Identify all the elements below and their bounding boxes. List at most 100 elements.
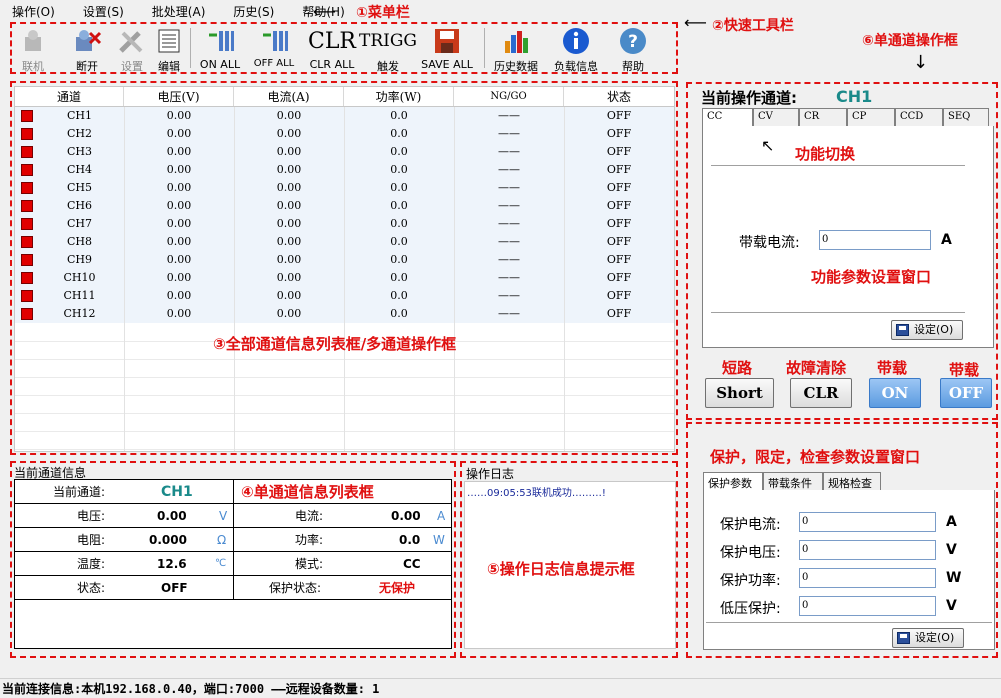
connect-button[interactable]: 联机 (16, 26, 50, 74)
channel-name: CH6 (66, 199, 92, 212)
load-off-button[interactable]: OFF (940, 378, 992, 408)
cell-power: 0.0 (390, 163, 408, 176)
cell-channel: CH2 (15, 125, 124, 143)
protect-field-input[interactable]: 0 (799, 540, 936, 560)
tools-icon (116, 26, 148, 56)
status-bar: 当前连接信息:本机192.168.0.40，端口:7000 ——远程设备数量: … (0, 678, 1001, 698)
tab-cc[interactable]: CC (702, 108, 753, 126)
menu-bar: 操作(O) 设置(S) 批处理(A) 历史(S) 帮助(H) (0, 0, 1001, 22)
channel-name: CH4 (66, 163, 92, 176)
load-on-button[interactable]: ON (869, 378, 921, 408)
tab-protect-params[interactable]: 保护参数 (703, 472, 763, 490)
cell-current: 0.00 (276, 163, 302, 176)
short-button[interactable]: Short (705, 378, 774, 408)
channel-name: CH10 (63, 271, 96, 284)
set-button[interactable]: 设定(O) (891, 320, 963, 340)
function-tabs: CC CV CR CP CCD SEQ (702, 108, 989, 126)
menu-settings[interactable]: 设置(S) (77, 3, 130, 20)
arrow-left-icon: ⟵ (684, 13, 707, 32)
cell-ng-go: —— (498, 163, 520, 176)
help-button[interactable]: ? 帮助 (616, 26, 650, 74)
menu-batch[interactable]: 批处理(A) (146, 3, 212, 20)
panel-divider (711, 165, 965, 166)
history-data-button[interactable]: 历史数据 (490, 26, 542, 74)
cell-voltage: 0.00 (166, 217, 192, 230)
channel-status-indicator (21, 146, 33, 158)
menu-operate[interactable]: 操作(O) (6, 3, 61, 20)
cell-voltage: 0.00 (166, 253, 192, 266)
cell-ng-go: —— (498, 127, 520, 140)
load-info-button[interactable]: 负载信息 (550, 26, 602, 74)
plug-on-icon (196, 26, 244, 56)
protect-tabs: 保护参数 带载条件 规格检查 (703, 472, 881, 490)
info-protect-state: 无保护 (379, 581, 416, 595)
cell-voltage: 0.00 (166, 307, 192, 320)
load-current-input[interactable]: 0 (819, 230, 931, 250)
column-divider (344, 107, 345, 451)
clear-fault-button[interactable]: CLR (790, 378, 852, 408)
col-power[interactable]: 功率(W) (344, 87, 454, 106)
protect-field-label: 保护功率: (720, 573, 781, 589)
settings-button[interactable]: 设置 (116, 26, 148, 74)
off-all-button[interactable]: OFF ALL (250, 26, 298, 69)
cell-state: OFF (606, 217, 632, 230)
tab-cv[interactable]: CV (753, 108, 799, 126)
log-annotation: ⑤操作日志信息提示框 (487, 560, 635, 578)
col-ng-go[interactable]: NG/GO (454, 87, 564, 106)
channel-table[interactable]: 通道 电压(V) 电流(A) 功率(W) NG/GO 状态 CH1 0.00 0.0… (14, 86, 675, 452)
disconnect-button[interactable]: 断开 (70, 26, 104, 74)
channel-name: CH7 (66, 217, 92, 230)
channel-name: CH8 (66, 235, 92, 248)
cell-voltage: 0.00 (166, 163, 192, 176)
col-state[interactable]: 状态 (564, 87, 674, 106)
tab-spec-check[interactable]: 规格检查 (823, 472, 881, 490)
floppy-icon (897, 632, 910, 644)
cell-ng-go: —— (498, 271, 520, 284)
col-current[interactable]: 电流(A) (234, 87, 344, 106)
trigger-button[interactable]: TRIGG 触发 (359, 26, 417, 74)
cell-current: 0.00 (276, 127, 302, 140)
cell-channel: CH1 (15, 107, 124, 125)
protect-set-button[interactable]: 设定(O) (892, 628, 964, 648)
save-all-button[interactable]: SAVE ALL (418, 26, 476, 71)
log-box[interactable]: ……09:05:53联机成功………! ⑤操作日志信息提示框 (464, 481, 676, 649)
app-window: 操作(O) 设置(S) 批处理(A) 历史(S) 帮助(H) ⟵ ①菜单栏 ⟵ … (0, 0, 1001, 698)
log-entry: ……09:05:53联机成功………! (467, 488, 606, 499)
cell-ng-go: —— (498, 307, 520, 320)
protect-field-input[interactable]: 0 (799, 568, 936, 588)
tab-seq[interactable]: SEQ (943, 108, 989, 126)
cell-voltage: 0.00 (166, 145, 192, 158)
cell-current: 0.00 (276, 307, 302, 320)
tab-ccd[interactable]: CCD (895, 108, 943, 126)
on-all-button[interactable]: ON ALL (196, 26, 244, 71)
channel-status-indicator (21, 254, 33, 266)
protect-field-unit: A (946, 514, 957, 530)
bar-chart-icon (490, 26, 542, 56)
cell-power: 0.0 (390, 307, 408, 320)
col-channel[interactable]: 通道 (15, 87, 124, 106)
cell-voltage: 0.00 (166, 127, 192, 140)
tab-load-conditions[interactable]: 带载条件 (763, 472, 823, 490)
cell-voltage: 0.00 (166, 271, 192, 284)
cell-state: OFF (606, 307, 632, 320)
menu-history[interactable]: 历史(S) (227, 3, 280, 20)
edit-button[interactable]: 编辑 (154, 26, 184, 74)
cell-channel: CH3 (15, 143, 124, 161)
tab-cr[interactable]: CR (799, 108, 847, 126)
col-voltage[interactable]: 电压(V) (124, 87, 234, 106)
plug-off-icon (250, 26, 298, 56)
svg-text:?: ? (628, 32, 638, 52)
clr-all-button[interactable]: CLR CLR ALL (304, 26, 360, 72)
protect-field-input[interactable]: 0 (799, 596, 936, 616)
tab-cp[interactable]: CP (847, 108, 895, 126)
cell-channel: CH8 (15, 233, 124, 251)
cell-state: OFF (606, 145, 632, 158)
cell-ng-go: —— (498, 145, 520, 158)
cell-state: OFF (606, 289, 632, 302)
info-voltage: 0.00 (157, 509, 187, 523)
panel-divider (706, 622, 992, 623)
channel-status-indicator (21, 128, 33, 140)
cell-channel: CH9 (15, 251, 124, 269)
protect-field-input[interactable]: 0 (799, 512, 936, 532)
cell-ng-go: —— (498, 235, 520, 248)
